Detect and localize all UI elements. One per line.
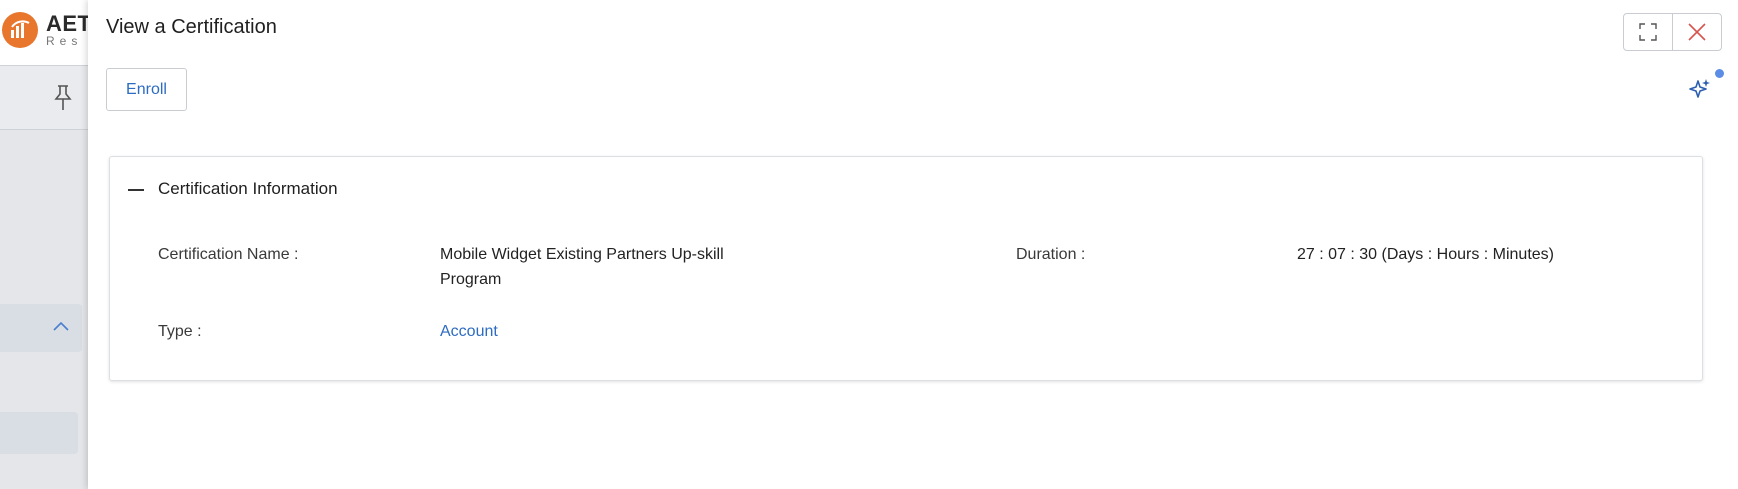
duration-label: Duration : bbox=[1016, 246, 1086, 263]
background-app: AET Res bbox=[0, 0, 88, 489]
company-logo bbox=[2, 12, 38, 48]
app-header: AET Res bbox=[0, 0, 88, 66]
logo-subtext: Res bbox=[46, 34, 83, 48]
chevron-up-icon[interactable] bbox=[52, 320, 70, 332]
sparkle-icon[interactable] bbox=[1689, 78, 1711, 100]
pin-icon[interactable] bbox=[52, 84, 74, 112]
card-title: Certification Information bbox=[158, 179, 338, 198]
close-button[interactable] bbox=[1672, 13, 1722, 51]
collapse-icon[interactable] bbox=[128, 189, 144, 191]
duration-value: 27 : 07 : 30 (Days : Hours : Minutes) bbox=[1297, 242, 1554, 267]
expand-icon bbox=[1639, 23, 1657, 41]
sidebar-pin-row bbox=[0, 66, 88, 130]
certification-info-card: Certification Information Certification … bbox=[109, 156, 1703, 381]
certification-name-label: Certification Name : bbox=[158, 246, 299, 263]
duration-time: 27 : 07 : 30 bbox=[1297, 246, 1378, 263]
duration-unit: (Days : Hours : Minutes) bbox=[1381, 246, 1554, 263]
type-label: Type : bbox=[158, 323, 202, 340]
logo-icon bbox=[11, 20, 30, 38]
drawer-title: View a Certification bbox=[106, 16, 277, 38]
notification-dot bbox=[1715, 69, 1724, 78]
certification-drawer: View a Certification Enroll Certificatio… bbox=[88, 0, 1738, 489]
enroll-button[interactable]: Enroll bbox=[106, 68, 187, 111]
sidebar-item[interactable] bbox=[0, 412, 78, 454]
certification-name-value: Mobile Widget Existing Partners Up-skill… bbox=[440, 246, 724, 288]
expand-button[interactable] bbox=[1623, 13, 1673, 51]
close-icon bbox=[1688, 23, 1706, 41]
type-link[interactable]: Account bbox=[440, 319, 498, 344]
